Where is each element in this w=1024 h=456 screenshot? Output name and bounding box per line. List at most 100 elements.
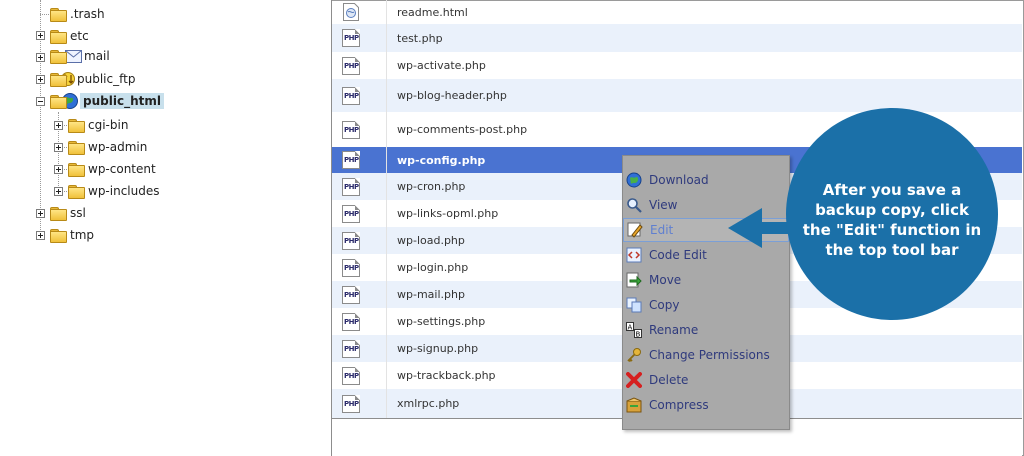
tree-item-label: cgi-bin: [88, 118, 129, 132]
expand-toggle-icon[interactable]: [54, 143, 63, 152]
file-name: readme.html: [397, 5, 468, 19]
file-row[interactable]: PHP wp-blog-header.php: [332, 79, 1022, 112]
menu-item-change-permissions[interactable]: Change Permissions: [623, 343, 789, 367]
file-name: wp-blog-header.php: [397, 89, 507, 102]
menu-item-move[interactable]: Move: [623, 268, 789, 292]
file-name: wp-cron.php: [397, 180, 466, 193]
expand-toggle-icon[interactable]: [54, 165, 63, 174]
tree-item-trash[interactable]: .trash: [50, 3, 105, 25]
tree-item-label: wp-admin: [88, 140, 148, 154]
php-file-icon: PHP: [342, 121, 360, 139]
move-arrow-icon: [626, 272, 642, 288]
file-name: wp-config.php: [397, 153, 486, 167]
tree-item-etc[interactable]: etc: [50, 25, 89, 47]
tree-item-public-html[interactable]: public_html: [50, 90, 164, 112]
key-icon: [627, 348, 641, 363]
menu-item-copy[interactable]: Copy: [623, 293, 789, 317]
folder-icon: [50, 206, 67, 221]
tree-item-label: public_ftp: [77, 72, 136, 86]
php-file-icon: PHP: [342, 367, 360, 385]
rename-icon: A B: [626, 322, 642, 338]
folder-icon: [68, 140, 85, 155]
menu-item-label: Download: [649, 173, 709, 187]
file-name: wp-links-opml.php: [397, 207, 499, 220]
php-file-icon: PHP: [342, 395, 360, 413]
folder-icon: [50, 72, 67, 87]
html-file-icon: [343, 3, 359, 21]
tree-item-public-ftp[interactable]: public_ftp: [50, 68, 135, 90]
file-name: wp-comments-post.php: [397, 123, 528, 136]
menu-item-download[interactable]: Download: [623, 168, 789, 192]
menu-item-label: Change Permissions: [649, 348, 770, 362]
context-menu: Download View Edit Code Edit Move Copy A…: [622, 155, 790, 430]
file-name: wp-load.php: [397, 234, 465, 247]
compress-icon: [626, 397, 642, 413]
menu-item-label: View: [649, 198, 678, 212]
expand-toggle-icon[interactable]: [36, 209, 45, 218]
file-name: wp-mail.php: [397, 288, 465, 301]
menu-item-label: Delete: [649, 373, 689, 387]
tree-item-label: wp-includes: [88, 184, 160, 198]
menu-item-label: Edit: [650, 223, 674, 237]
expand-toggle-icon[interactable]: [36, 53, 45, 62]
php-file-icon: PHP: [342, 313, 360, 331]
tree-item-tmp[interactable]: tmp: [50, 224, 94, 246]
folder-icon: [50, 29, 67, 44]
file-name: wp-activate.php: [397, 59, 486, 72]
instruction-callout: After you save a backup copy, click the …: [786, 108, 998, 320]
php-file-icon: PHP: [342, 259, 360, 277]
collapse-toggle-icon[interactable]: [36, 97, 45, 106]
tree-item-label: mail: [84, 49, 110, 63]
folder-icon: [50, 228, 67, 243]
php-file-icon: PHP: [342, 205, 360, 223]
tree-item-cgi-bin[interactable]: cgi-bin: [68, 114, 128, 136]
php-file-icon: PHP: [342, 286, 360, 304]
delete-x-icon: [626, 372, 642, 388]
magnifier-icon: [627, 198, 642, 213]
menu-item-code-edit[interactable]: Code Edit: [623, 243, 789, 267]
menu-item-compress[interactable]: Compress: [623, 393, 789, 417]
menu-item-delete[interactable]: Delete: [623, 368, 789, 392]
file-row[interactable]: PHP test.php: [332, 24, 1022, 52]
tree-item-label: public_html: [80, 93, 164, 109]
callout-text: After you save a backup copy, click the …: [802, 181, 982, 259]
expand-toggle-icon[interactable]: [36, 75, 45, 84]
php-file-icon: PHP: [342, 29, 360, 47]
open-folder-icon: [50, 94, 67, 109]
tree-item-label: tmp: [70, 228, 95, 242]
edit-pencil-icon: [627, 222, 643, 238]
tree-item-wp-content[interactable]: wp-content: [68, 158, 156, 180]
folder-icon: [50, 49, 67, 64]
svg-text:B: B: [636, 331, 641, 339]
tree-item-label: ssl: [70, 206, 86, 220]
mail-envelope-icon: [65, 49, 82, 63]
tree-connector: [40, 14, 49, 15]
copy-icon: [626, 297, 642, 313]
expand-toggle-icon[interactable]: [36, 31, 45, 40]
menu-item-label: Copy: [649, 298, 680, 312]
menu-item-rename[interactable]: A B Rename: [623, 318, 789, 342]
tree-item-ssl[interactable]: ssl: [50, 202, 86, 224]
file-name: xmlrpc.php: [397, 397, 460, 410]
menu-item-label: Rename: [649, 323, 699, 337]
file-name: test.php: [397, 31, 443, 45]
file-name: wp-login.php: [397, 261, 469, 274]
tree-item-wp-admin[interactable]: wp-admin: [68, 136, 147, 158]
tree-item-mail[interactable]: mail: [50, 45, 110, 67]
expand-toggle-icon[interactable]: [54, 121, 63, 130]
tree-item-wp-includes[interactable]: wp-includes: [68, 180, 160, 202]
php-file-icon: PHP: [342, 178, 360, 196]
code-edit-icon: [626, 247, 642, 263]
file-row[interactable]: readme.html: [332, 0, 1022, 24]
expand-toggle-icon[interactable]: [36, 231, 45, 240]
folder-icon: [68, 118, 85, 133]
php-file-icon: PHP: [342, 151, 360, 169]
file-row[interactable]: PHP wp-activate.php: [332, 52, 1022, 79]
menu-item-label: Code Edit: [649, 248, 707, 262]
menu-item-label: Move: [649, 273, 682, 287]
php-file-icon: PHP: [342, 87, 360, 105]
expand-toggle-icon[interactable]: [54, 187, 63, 196]
tree-item-label: etc: [70, 29, 89, 43]
file-name: wp-settings.php: [397, 315, 486, 328]
menu-item-view[interactable]: View: [623, 193, 789, 217]
